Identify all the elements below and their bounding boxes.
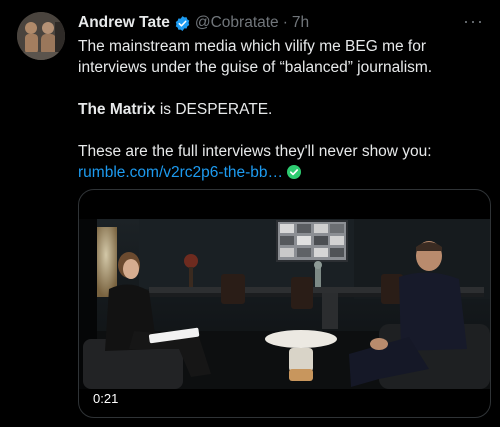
video-card[interactable]: 0:21	[78, 189, 491, 418]
tweet-text: The mainstream media which vilify me BEG…	[78, 36, 488, 183]
check-mark-emoji-icon	[287, 164, 302, 179]
tweet-paragraph-1: The mainstream media which vilify me BEG…	[78, 38, 433, 76]
tweet-paragraph-2: The Matrix is DESPERATE.	[78, 99, 488, 120]
tweet-header: Andrew Tate @Cobratate · 7h ···	[78, 11, 484, 33]
rumble-link[interactable]: rumble.com/v2rc2p6-the-bb…	[78, 164, 283, 181]
verified-badge-icon	[174, 15, 191, 32]
more-options-icon[interactable]: ···	[463, 11, 484, 32]
avatar[interactable]	[17, 12, 65, 60]
matrix-bold-text: The Matrix	[78, 101, 156, 118]
video-player[interactable]	[79, 219, 490, 389]
author-handle[interactable]: @Cobratate	[195, 14, 279, 32]
author-name[interactable]: Andrew Tate	[78, 14, 170, 32]
matrix-rest-text: is DESPERATE.	[155, 101, 273, 118]
video-duration-badge: 0:21	[87, 389, 125, 408]
timestamp[interactable]: 7h	[292, 14, 309, 32]
tweet[interactable]: Andrew Tate @Cobratate · 7h ··· The main…	[0, 0, 500, 427]
tweet-paragraph-3: These are the full interviews they'll ne…	[78, 143, 432, 160]
separator-dot: ·	[282, 14, 288, 31]
tweet-link-line: rumble.com/v2rc2p6-the-bb…	[78, 162, 488, 183]
